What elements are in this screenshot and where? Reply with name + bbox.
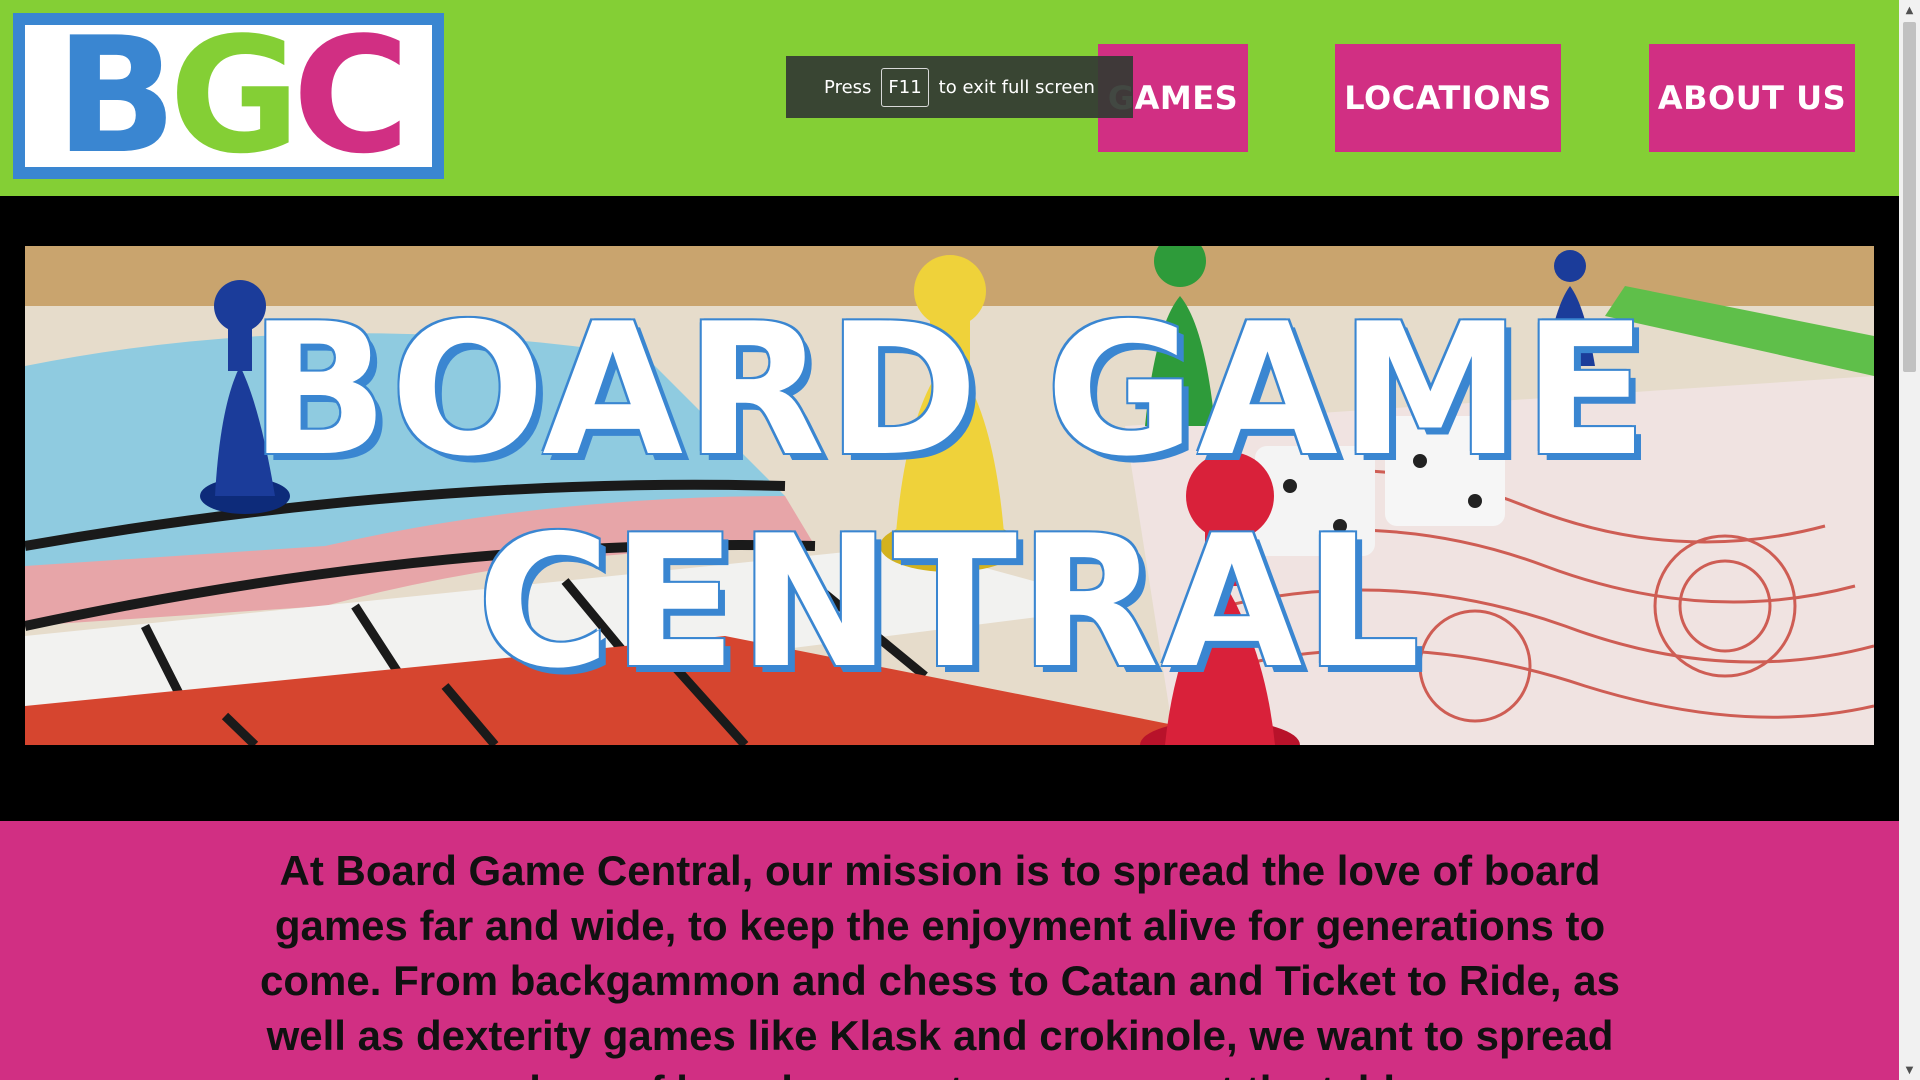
hero-title-line-1: BOARD GAME (249, 283, 1650, 496)
nav-about-us-button[interactable]: ABOUT US (1649, 44, 1855, 152)
scroll-down-arrow-icon[interactable]: ▼ (1899, 1060, 1920, 1080)
toast-prefix: Press (824, 76, 872, 98)
bgc-logo[interactable]: B G C (13, 13, 444, 179)
vertical-scrollbar[interactable]: ▲ ▼ (1899, 0, 1920, 1080)
mission-statement: At Board Game Central, our mission is to… (260, 847, 1620, 1080)
scroll-up-arrow-icon[interactable]: ▲ (1899, 0, 1920, 20)
toast-key: F11 (881, 67, 929, 107)
logo-letter-g: G (169, 2, 300, 189)
site-header: B G C GAMES LOCATIONS ABOUT US Press F11… (0, 0, 1899, 196)
hero-title-line-2: CENTRAL (476, 495, 1423, 708)
toast-suffix: to exit full screen (938, 76, 1095, 98)
nav-locations-button[interactable]: LOCATIONS (1335, 44, 1561, 152)
hero-board-game-image: BOARD GAME CENTRAL (25, 246, 1874, 745)
logo-letter-c: C (292, 2, 409, 189)
mission-section: At Board Game Central, our mission is to… (0, 821, 1899, 1080)
hero-title: BOARD GAME CENTRAL (25, 246, 1874, 745)
logo-letter-b: B (55, 2, 177, 189)
hero-section: BOARD GAME CENTRAL (0, 196, 1899, 821)
page: B G C GAMES LOCATIONS ABOUT US Press F11… (0, 0, 1899, 1080)
scrollbar-thumb[interactable] (1903, 22, 1916, 372)
fullscreen-exit-toast: Press F11 to exit full screen (786, 56, 1133, 118)
